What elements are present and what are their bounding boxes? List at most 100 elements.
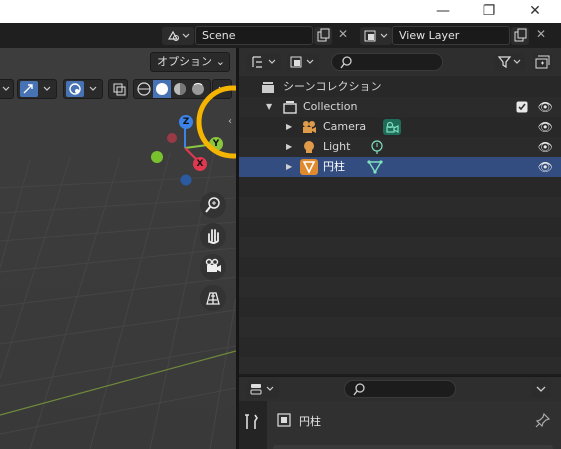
- empty-row: [239, 257, 561, 277]
- mode-dropdown[interactable]: [0, 79, 14, 99]
- search-icon: [353, 383, 365, 396]
- outliner-search-input[interactable]: [331, 53, 443, 71]
- outliner-row-camera[interactable]: ▶ Camera 👁: [239, 117, 561, 137]
- zoom-button[interactable]: [200, 192, 226, 218]
- transform-orientation-button[interactable]: [17, 79, 57, 99]
- overlay-toggle-button[interactable]: [63, 79, 103, 99]
- view-layer-icon: [290, 56, 314, 68]
- zoom-in-icon: [205, 197, 220, 213]
- negative-z-axis-handle[interactable]: [180, 174, 192, 186]
- properties-header: [239, 377, 561, 401]
- scene-icon: [167, 30, 190, 41]
- view-layer-name-field[interactable]: View Layer: [392, 26, 510, 45]
- options-dropdown[interactable]: オプション ⌄: [150, 52, 230, 72]
- empty-row: [239, 277, 561, 297]
- highlight-ring: [196, 85, 236, 159]
- negative-x-axis-handle[interactable]: [167, 133, 177, 143]
- delete-scene-icon[interactable]: ✕: [338, 27, 352, 45]
- outliner-row-collection[interactable]: ▼ Collection 👁: [239, 97, 561, 117]
- outliner-item-label: Camera: [323, 120, 367, 133]
- minimize-button[interactable]: —: [420, 0, 466, 23]
- new-collection-button[interactable]: [532, 53, 552, 71]
- pan-hand-icon: [208, 229, 219, 244]
- camera-object-icon: [303, 121, 316, 133]
- window-titlebar: — ❐ ✕: [0, 0, 561, 23]
- mesh-object-icon: [300, 159, 318, 175]
- outliner-item-label: 円柱: [323, 160, 345, 173]
- xray-icon: [113, 83, 126, 96]
- outliner-panel: シーンコレクション ▼ Collection 👁 ▶ Camera 👁 ▶ Li…: [239, 48, 561, 374]
- z-axis-handle[interactable]: Z: [179, 115, 193, 129]
- properties-editor-type-dropdown[interactable]: [247, 380, 279, 398]
- properties-tab-bar: [239, 401, 267, 449]
- outliner-row-cylinder[interactable]: ▶ 円柱 👁: [239, 157, 561, 177]
- transform-icon: [20, 81, 51, 97]
- outliner-icon: [252, 56, 276, 68]
- options-label: オプション: [157, 55, 212, 68]
- chevron-down-icon: [536, 386, 546, 392]
- maximize-button[interactable]: ❐: [466, 0, 512, 23]
- view-layer-selector-button[interactable]: [360, 27, 392, 45]
- filter-icon: [497, 56, 521, 69]
- pin-icon[interactable]: [535, 412, 551, 428]
- mesh-data-icon: [367, 160, 383, 174]
- camera-view-button[interactable]: [200, 254, 226, 280]
- camera-view-icon: [205, 258, 221, 272]
- add-collection-icon: [535, 55, 550, 69]
- empty-row: [239, 217, 561, 237]
- collection-icon: [283, 101, 297, 114]
- copy-icon: [317, 28, 330, 42]
- scene-name-field[interactable]: Scene: [195, 26, 313, 45]
- outliner-item-label: Light: [323, 140, 351, 153]
- properties-section-header[interactable]: [273, 445, 553, 449]
- scene-collection-label: シーンコレクション: [283, 80, 382, 93]
- active-object-name: 円柱: [299, 415, 321, 428]
- visibility-eye-icon[interactable]: 👁: [538, 137, 553, 157]
- properties-options-dropdown[interactable]: [531, 380, 551, 398]
- empty-row: [239, 337, 561, 357]
- camera-data-icon: [383, 119, 401, 135]
- filter-dropdown[interactable]: [495, 53, 525, 71]
- scene-collection-row[interactable]: シーンコレクション: [239, 77, 561, 97]
- editor-type-dropdown[interactable]: [247, 53, 281, 71]
- empty-row: [239, 177, 561, 197]
- properties-icon: [250, 384, 274, 395]
- visibility-eye-icon[interactable]: 👁: [538, 157, 553, 177]
- new-view-layer-button[interactable]: [511, 27, 529, 45]
- 3d-viewport[interactable]: オプション ⌄ Z Y X ‹: [0, 48, 236, 449]
- display-mode-dropdown[interactable]: [287, 53, 319, 71]
- visibility-eye-icon[interactable]: 👁: [538, 117, 553, 137]
- checkbox-checked-icon[interactable]: [516, 101, 528, 113]
- empty-row: [239, 237, 561, 257]
- empty-row: [239, 197, 561, 217]
- copy-icon: [514, 28, 527, 42]
- visibility-eye-icon[interactable]: 👁: [538, 97, 553, 117]
- xray-toggle-button[interactable]: [108, 79, 128, 99]
- new-scene-button[interactable]: [314, 27, 332, 45]
- pan-button[interactable]: [200, 223, 226, 249]
- perspective-toggle-button[interactable]: [200, 285, 226, 311]
- collapse-triangle-icon[interactable]: ▼: [266, 97, 272, 117]
- properties-panel: 円柱: [239, 376, 561, 449]
- close-button[interactable]: ✕: [512, 0, 558, 23]
- grid-view-icon: [206, 292, 220, 305]
- empty-row: [239, 357, 561, 374]
- object-icon: [277, 413, 291, 427]
- expand-triangle-icon[interactable]: ▶: [286, 137, 292, 157]
- properties-search-input[interactable]: [344, 380, 456, 398]
- outliner-header: [239, 48, 561, 76]
- tool-settings-icon[interactable]: [239, 409, 267, 437]
- scene-collection-icon: [262, 82, 274, 93]
- expand-triangle-icon[interactable]: ▶: [286, 117, 292, 137]
- chevron-down-icon: ⌄: [215, 55, 225, 68]
- empty-row: [239, 317, 561, 337]
- outliner-item-label: Collection: [303, 100, 358, 113]
- delete-view-layer-icon[interactable]: ✕: [536, 27, 550, 45]
- negative-y-axis-handle[interactable]: [151, 151, 163, 163]
- expand-triangle-icon[interactable]: ▶: [286, 157, 292, 177]
- chevron-down-icon: [2, 86, 10, 91]
- light-data-icon: [371, 140, 383, 154]
- outliner-row-light[interactable]: ▶ Light 👁: [239, 137, 561, 157]
- scene-selector-button[interactable]: [162, 27, 194, 45]
- overlay-icon: [66, 81, 97, 97]
